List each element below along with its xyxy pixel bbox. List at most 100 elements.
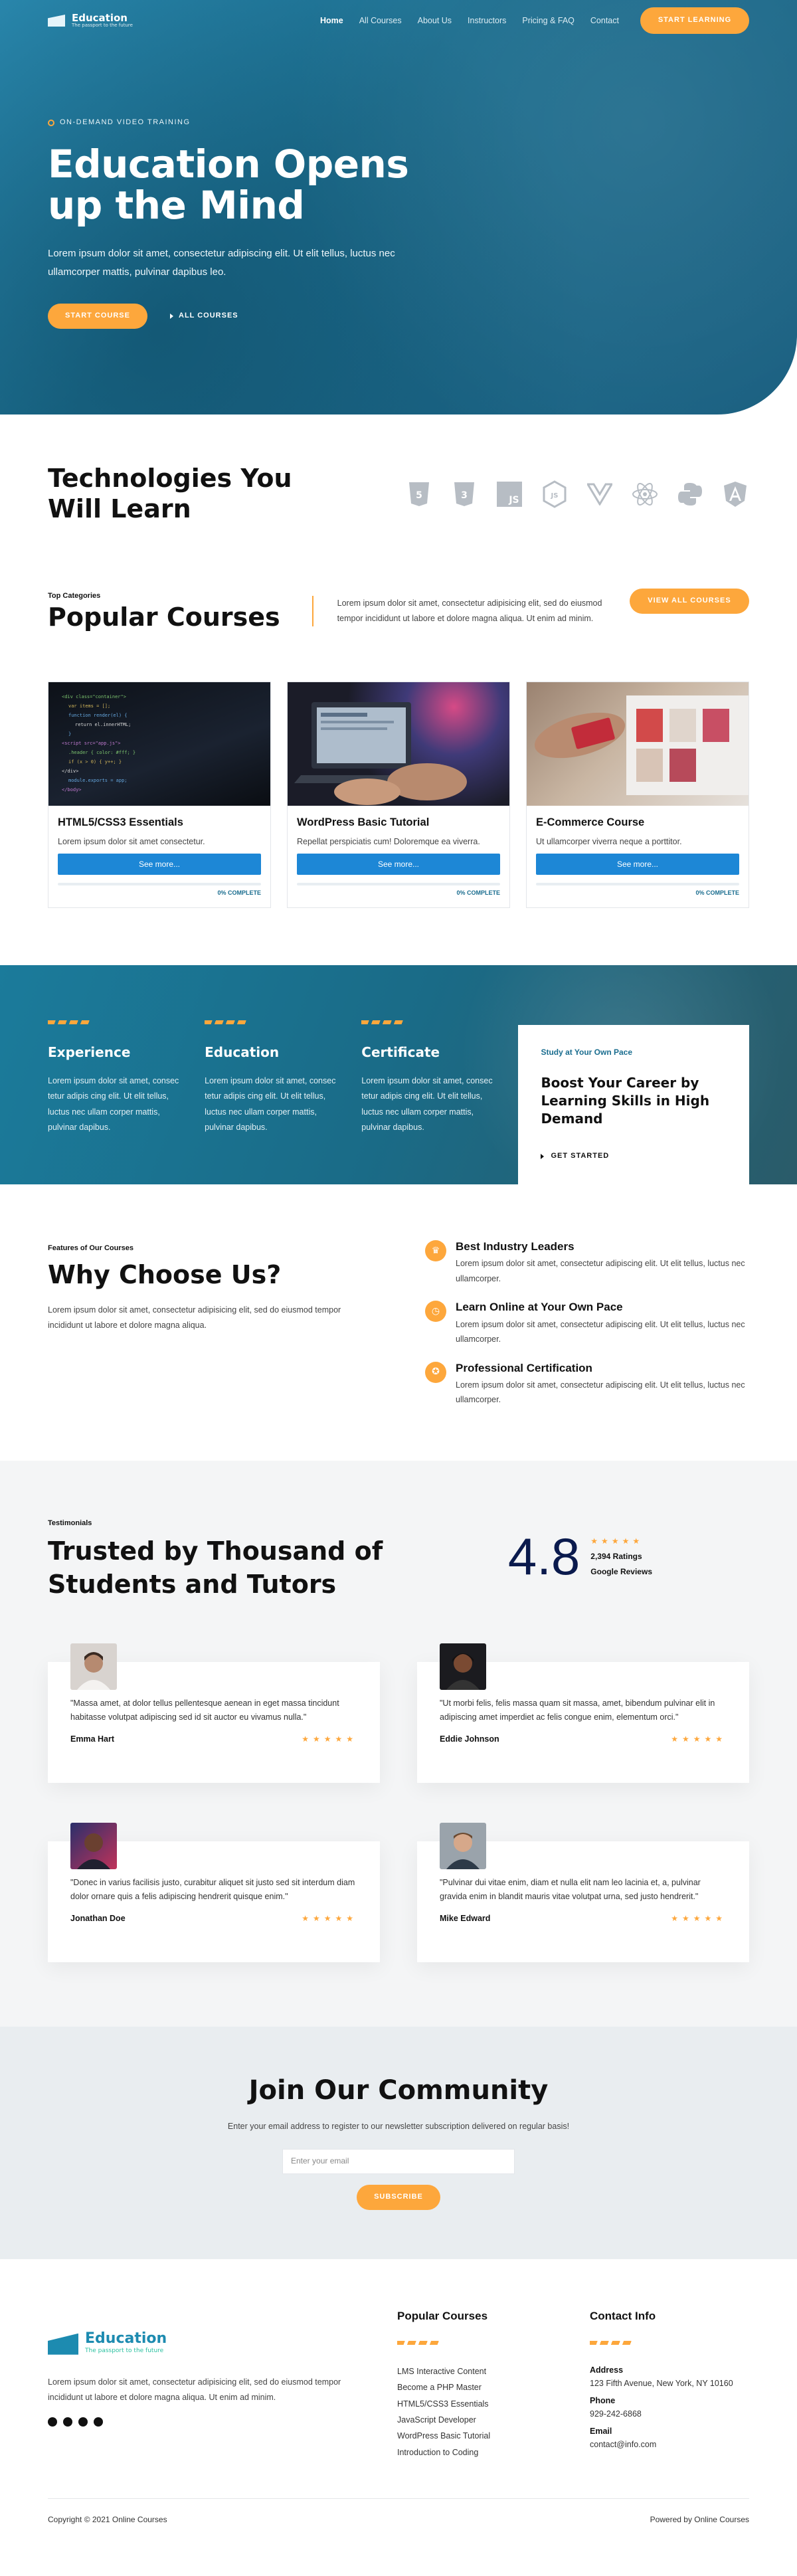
community-title: Join Our Community xyxy=(248,2074,549,2106)
course-description: Lorem ipsum dolor sit amet consectetur. xyxy=(58,837,205,847)
popular-description: Lorem ipsum dolor sit amet, consectetur … xyxy=(311,595,618,627)
avatar xyxy=(440,1643,486,1690)
testimonial-author: Eddie Johnson xyxy=(440,1734,499,1744)
course-title: HTML5/CSS3 Essentials xyxy=(58,816,183,828)
feature-text: Lorem ipsum dolor sit amet, consec tetur… xyxy=(361,1076,493,1132)
hero-eyebrow-text: On-Demand Video Training xyxy=(60,118,191,126)
footer-course-link[interactable]: Become a PHP Master xyxy=(397,2379,557,2395)
see-more-button[interactable]: See more... xyxy=(297,854,500,875)
testimonial-card: "Donec in varius facilisis justo, curabi… xyxy=(48,1815,380,1962)
site-logo[interactable]: Education The passport to the future xyxy=(48,12,133,29)
email-label: Email xyxy=(590,2426,612,2436)
testimonials-eyebrow: Testimonials xyxy=(48,1518,92,1527)
get-started-link[interactable]: Get Started xyxy=(541,1150,727,1162)
dash-decoration xyxy=(397,2340,440,2345)
course-title: WordPress Basic Tutorial xyxy=(297,816,430,828)
all-courses-label: All Courses xyxy=(179,311,238,320)
boost-career-card: Study at Your Own Pace Boost Your Career… xyxy=(518,1024,749,1184)
footer-course-link[interactable]: HTML5/CSS3 Essentials xyxy=(397,2396,557,2412)
nav-item-all-courses[interactable]: All Courses xyxy=(359,14,402,27)
nav-item-pricing-faq[interactable]: Pricing & FAQ xyxy=(522,14,575,27)
testimonial-card: "Ut morbi felis, felis massa quam sit ma… xyxy=(417,1635,749,1783)
why-eyebrow: Features of Our Courses xyxy=(48,1243,133,1252)
nav-item-instructors[interactable]: Instructors xyxy=(468,14,506,27)
feature-text: Lorem ipsum dolor sit amet, consec tetur… xyxy=(205,1076,336,1132)
testimonial-card: "Pulvinar dui vitae enim, diam et nulla … xyxy=(417,1815,749,1962)
testimonial-quote: "Pulvinar dui vitae enim, diam et nulla … xyxy=(440,1877,701,1902)
circle-icon xyxy=(48,119,54,126)
features-band: Experience Lorem ipsum dolor sit amet, c… xyxy=(0,965,797,1184)
nav-item-home[interactable]: Home xyxy=(320,14,343,27)
crown-icon: ♛ xyxy=(425,1240,446,1261)
nav-item-contact[interactable]: Contact xyxy=(590,14,619,27)
course-card[interactable]: E-Commerce Course Ut ullamcorper viverra… xyxy=(526,682,749,908)
why-item-title: Learn Online at Your Own Pace xyxy=(456,1301,623,1314)
testimonial-quote: "Ut morbi felis, felis massa quam sit ma… xyxy=(440,1698,715,1722)
course-description: Repellat perspiciatis cum! Doloremque ea… xyxy=(297,837,480,847)
star-icons: ★★★★★ xyxy=(302,1913,357,1923)
twitter-icon[interactable] xyxy=(63,2417,72,2427)
footer-contact-column: Contact Info Address 123 Fifth Avenue, N… xyxy=(590,2307,749,2460)
email-input[interactable]: Enter your email xyxy=(282,2148,515,2174)
course-card[interactable]: <div class="container"> var items = []; … xyxy=(48,682,271,908)
star-icons: ★★★★★ xyxy=(671,1913,727,1923)
footer-logo[interactable]: Education The passport to the future xyxy=(48,2330,367,2357)
svg-text:5: 5 xyxy=(416,490,422,501)
subscribe-button[interactable]: Subscribe xyxy=(357,2184,440,2210)
all-courses-link[interactable]: All Courses xyxy=(170,310,238,322)
logo-icon xyxy=(48,12,68,29)
html5-icon: 5 xyxy=(405,480,433,509)
start-course-button[interactable]: Start Course xyxy=(48,303,147,329)
why-item: ✪ Professional Certification Lorem ipsum… xyxy=(425,1361,749,1408)
testimonial-quote: "Donec in varius facilisis justo, curabi… xyxy=(70,1877,355,1902)
footer-course-link[interactable]: Introduction to Coding xyxy=(397,2444,557,2460)
star-icons: ★★★★★ xyxy=(302,1734,357,1744)
svg-text:</div>: </div> xyxy=(62,769,78,774)
course-thumbnail-shopping xyxy=(527,682,749,806)
view-all-courses-button[interactable]: View All Courses xyxy=(630,589,749,614)
svg-text:JS: JS xyxy=(508,495,519,506)
logo-icon xyxy=(48,2330,81,2357)
email-value[interactable]: contact@info.com xyxy=(590,2438,749,2451)
testimonial-author: Emma Hart xyxy=(70,1734,114,1744)
feature-certificate: Certificate Lorem ipsum dolor sit amet, … xyxy=(361,1020,502,1184)
footer-course-link[interactable]: JavaScript Developer xyxy=(397,2412,557,2428)
progress-label: 0% COMPLETE xyxy=(695,889,739,897)
dash-decoration xyxy=(361,1020,404,1025)
vue-icon xyxy=(586,480,614,509)
why-item: ◷ Learn Online at Your Own Pace Lorem ip… xyxy=(425,1301,749,1346)
svg-text:function render(el) {: function render(el) { xyxy=(68,713,128,718)
play-arrow-icon xyxy=(541,1153,545,1159)
ratings-source: Google Reviews xyxy=(590,1566,652,1576)
why-item: ♛ Best Industry Leaders Lorem ipsum dolo… xyxy=(425,1240,749,1286)
rating-summary: 4.8 ★★★★★ 2,394 Ratings Google Reviews xyxy=(508,1513,652,1601)
youtube-icon[interactable] xyxy=(94,2417,103,2427)
logo-tagline: The passport to the future xyxy=(72,23,133,29)
site-footer: Education The passport to the future Lor… xyxy=(0,2259,797,2541)
course-thumbnail-laptop xyxy=(288,682,509,806)
footer-logo-title: Education xyxy=(85,2330,167,2347)
footer-course-link[interactable]: LMS Interactive Content xyxy=(397,2363,557,2379)
star-icons: ★★★★★ xyxy=(590,1536,644,1546)
phone-value[interactable]: 929-242-6868 xyxy=(590,2407,749,2421)
svg-text:module.exports = app;: module.exports = app; xyxy=(68,778,128,783)
footer-courses-title: Popular Courses xyxy=(397,2309,488,2322)
footer-courses-column: Popular Courses LMS Interactive Content … xyxy=(397,2307,557,2460)
start-learning-button[interactable]: Start Learning xyxy=(640,7,749,34)
avatar xyxy=(70,1643,117,1690)
technologies-section: Technologies You Will Learn 5 3 JS JS xyxy=(48,414,749,574)
logo-title: Education xyxy=(72,11,128,24)
facebook-icon[interactable] xyxy=(48,2417,57,2427)
boost-title: Boost Your Career by Learning Skills in … xyxy=(541,1075,710,1127)
footer-course-link[interactable]: WordPress Basic Tutorial xyxy=(397,2428,557,2444)
star-icons: ★★★★★ xyxy=(671,1734,727,1744)
pinterest-icon[interactable] xyxy=(78,2417,88,2427)
nav-item-about-us[interactable]: About Us xyxy=(418,14,452,27)
main-menu: Home All Courses About Us Instructors Pr… xyxy=(320,14,619,27)
testimonial-card: "Massa amet, at dolor tellus pellentesqu… xyxy=(48,1635,380,1783)
course-card[interactable]: WordPress Basic Tutorial Repellat perspi… xyxy=(287,682,510,908)
nodejs-icon: JS xyxy=(541,480,569,509)
see-more-button[interactable]: See more... xyxy=(536,854,739,875)
see-more-button[interactable]: See more... xyxy=(58,854,261,875)
testimonials-section: Testimonials Trusted by Thousand of Stud… xyxy=(0,1460,797,2027)
